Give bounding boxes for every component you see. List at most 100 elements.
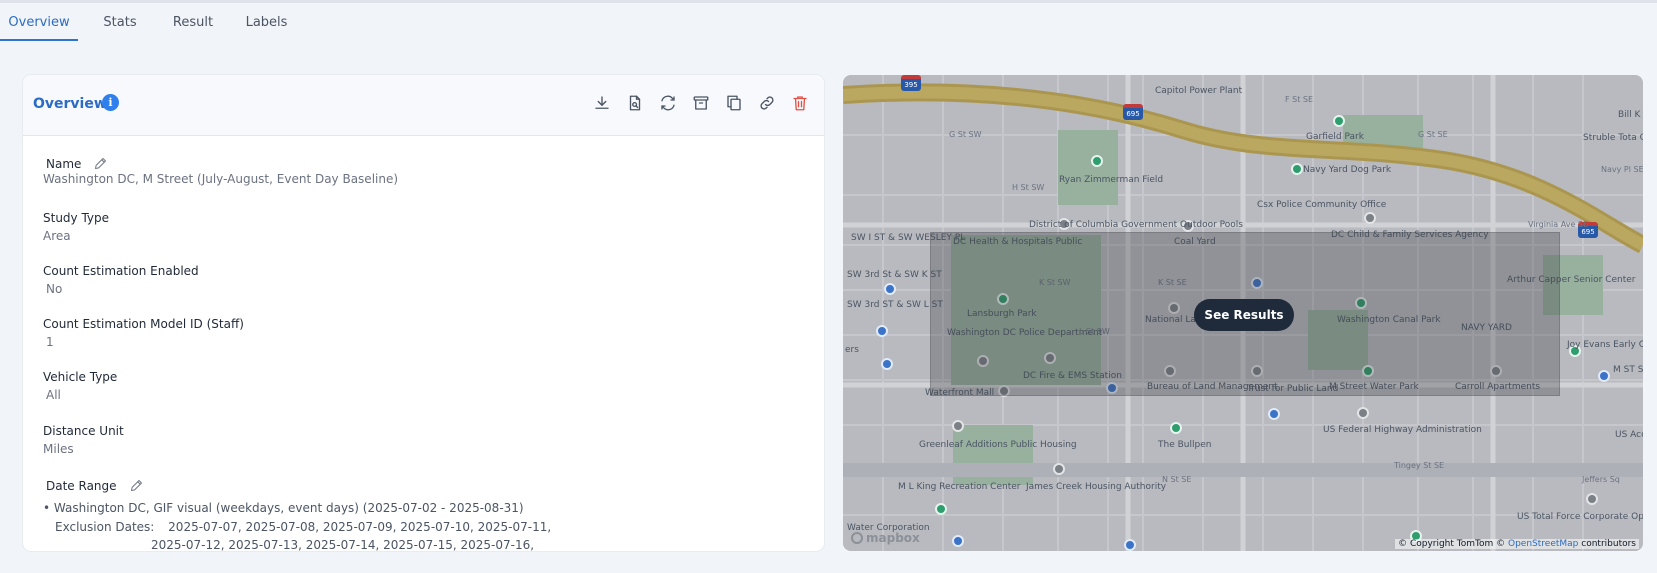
see-results-button[interactable]: See Results (1194, 299, 1294, 331)
distance-unit-value: Miles (43, 442, 74, 456)
park-marker (935, 503, 947, 515)
card-actions (590, 91, 812, 115)
name-label: Name (46, 156, 82, 171)
download-icon (595, 96, 609, 109)
transit-marker (876, 325, 888, 337)
map-label: The Bullpen (1158, 440, 1212, 450)
field-study-type: Study Type Area (43, 211, 109, 243)
transit-marker (881, 358, 893, 370)
report-button[interactable] (623, 91, 647, 115)
map-label: Capitol Power Plant (1155, 86, 1243, 96)
field-count-estimation: Count Estimation Enabled No (43, 264, 199, 296)
date-range-item: • Washington DC, GIF visual (weekdays, e… (43, 501, 524, 515)
exclusion-dates-line1: 2025-07-07, 2025-07-08, 2025-07-09, 2025… (168, 520, 552, 534)
map-label: Greenleaf Additions Public Housing (919, 440, 1077, 450)
pencil-icon (130, 480, 142, 491)
date-range-label: Date Range (46, 478, 117, 493)
report-icon (629, 95, 641, 111)
map-label: Joy Evans Early Childhood Cen (1567, 340, 1643, 350)
map-label: Jeffers Sq (1582, 475, 1620, 484)
transit-marker (1268, 408, 1280, 420)
map-label: M L King Recreation Center (898, 482, 1021, 492)
openstreetmap-link[interactable]: OpenStreetMap (1508, 539, 1578, 549)
mapbox-logo-icon (851, 532, 863, 544)
transit-marker (884, 283, 896, 295)
map-attribution: © Copyright TomTom © OpenStreetMap contr… (1395, 539, 1639, 549)
map-label: Csx Police Community Office (1257, 200, 1387, 210)
map-label: US Total Force Corporate Operations (1517, 512, 1643, 522)
edit-name-button[interactable] (93, 156, 108, 171)
transit-marker (952, 535, 964, 547)
model-id-label: Count Estimation Model ID (Staff) (43, 317, 244, 331)
copy-icon (727, 95, 741, 111)
attribution-suffix: contributors (1581, 539, 1636, 549)
distance-unit-label: Distance Unit (43, 424, 124, 438)
transit-marker (1124, 539, 1136, 551)
map-label: N St SE (1162, 475, 1192, 484)
tab-stats[interactable]: Stats (78, 3, 162, 41)
map-label: Navy Pl SE (1601, 165, 1643, 174)
park-marker (1091, 155, 1103, 167)
map-label: SW 3rd St & SW K ST (847, 270, 942, 280)
refresh-button[interactable] (656, 91, 680, 115)
model-id-value: 1 (46, 335, 54, 349)
field-vehicle-type: Vehicle Type All (43, 370, 117, 402)
link-button[interactable] (755, 91, 779, 115)
highway-shield: 695 (1123, 104, 1143, 120)
study-type-label: Study Type (43, 211, 110, 225)
map-label: US Acc (1615, 430, 1643, 440)
poi-marker (1586, 493, 1598, 505)
count-estimation-label: Count Estimation Enabled (43, 264, 199, 278)
exclusion-dates: Exclusion Dates: 2025-07-07, 2025-07-08,… (43, 520, 551, 534)
map-label: Tingey St SE (1394, 461, 1445, 470)
map-label: District of Columbia Government Outdoor … (1029, 220, 1243, 230)
transit-marker (1598, 370, 1610, 382)
field-label: Name (43, 156, 398, 171)
delete-button[interactable] (788, 91, 812, 115)
park-marker (1291, 163, 1303, 175)
vehicle-type-label: Vehicle Type (43, 370, 118, 384)
map-label: James Creek Housing Authority (1026, 482, 1167, 492)
study-type-value: Area (43, 229, 71, 243)
delete-icon (793, 96, 807, 111)
map-label: G St SW (949, 130, 982, 139)
overview-card-body: Name Washington DC, M Street (July-Augus… (23, 136, 824, 552)
study-area-map[interactable]: 395 695 695 Capitol Power Plant F St SE … (843, 75, 1643, 551)
info-icon[interactable]: i (102, 94, 119, 111)
poi-marker (1364, 212, 1376, 224)
map-label: ers (845, 345, 859, 355)
map-label: Garfield Park (1306, 132, 1364, 142)
exclusion-dates-line2: 2025-07-12, 2025-07-13, 2025-07-14, 2025… (151, 538, 535, 551)
pencil-icon (95, 158, 107, 169)
field-model-id: Count Estimation Model ID (Staff) 1 (43, 317, 244, 349)
refresh-icon (661, 95, 675, 111)
mapbox-logo-text: mapbox (866, 531, 920, 545)
map-label: Struble Tota Communicatio (1583, 133, 1643, 143)
map-label: Navy Yard Dog Park (1303, 165, 1392, 175)
edit-date-range-button[interactable] (129, 478, 144, 493)
poi-marker (952, 420, 964, 432)
map-label: M ST SE (1613, 365, 1643, 375)
download-button[interactable] (590, 91, 614, 115)
tab-labels[interactable]: Labels (224, 3, 309, 41)
field-date-range: Date Range • Washington DC, GIF visual (… (43, 478, 551, 552)
tab-overview[interactable]: Overview (0, 3, 78, 41)
archive-button[interactable] (689, 91, 713, 115)
exclusion-dates-label: Exclusion Dates: (55, 520, 155, 534)
date-range-label-row: Date Range (43, 478, 551, 493)
park-marker (1333, 115, 1345, 127)
map-label: US Federal Highway Administration (1323, 425, 1482, 435)
map-label: SW 3rd ST & SW L ST (847, 300, 943, 310)
poi-marker (1357, 407, 1369, 419)
archive-icon (693, 96, 709, 110)
mapbox-logo[interactable]: mapbox (851, 531, 920, 545)
tab-bar: Overview Stats Result Labels (0, 3, 1657, 41)
name-value: Washington DC, M Street (July-August, Ev… (43, 172, 399, 186)
tab-result[interactable]: Result (162, 3, 224, 41)
map-label: H St SW (1012, 183, 1045, 192)
overview-card-header: Overview i (23, 75, 824, 136)
field-distance-unit: Distance Unit Miles (43, 424, 124, 456)
map-label: G St SE (1418, 130, 1448, 139)
copy-button[interactable] (722, 91, 746, 115)
map-label: Bill K (1618, 110, 1641, 120)
